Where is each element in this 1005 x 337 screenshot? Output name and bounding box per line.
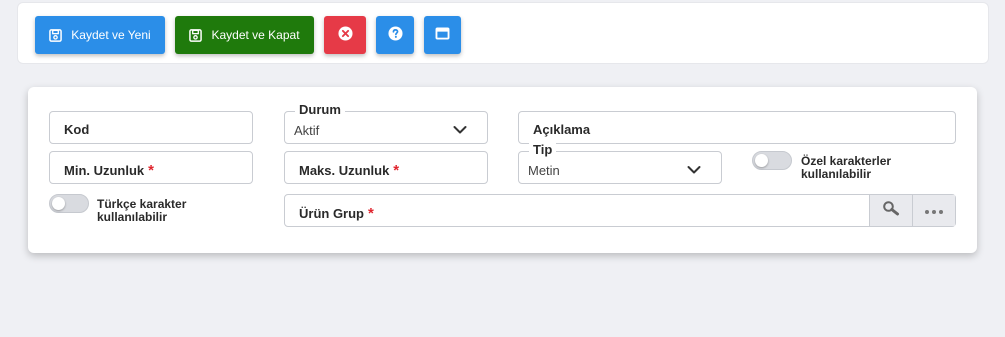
window-icon (435, 27, 450, 43)
turkce-karakter-label: Türkçe karakter kullanılabilir (97, 197, 187, 224)
chevron-down-icon[interactable] (687, 162, 701, 180)
aciklama-field[interactable]: Açıklama (518, 111, 956, 144)
help-circle-icon (387, 26, 403, 44)
tip-label: Tip (529, 143, 557, 157)
min-uzunluk-field[interactable]: Min. Uzunluk * (49, 151, 253, 184)
toggle-knob (52, 197, 65, 210)
kod-field[interactable]: Kod (49, 111, 253, 144)
kod-label: Kod (64, 122, 90, 137)
search-button[interactable] (869, 195, 912, 226)
required-marker: * (393, 162, 400, 179)
form-card: Kod Durum Aktif Açıklama Min. Uzunluk * M… (28, 87, 977, 253)
more-icon (924, 202, 944, 220)
chevron-down-icon[interactable] (453, 122, 467, 140)
maks-uzunluk-label: Maks. Uzunluk * (299, 162, 400, 179)
urun-grup-lookup[interactable]: Ürün Grup * (284, 194, 956, 227)
required-marker: * (148, 162, 155, 179)
save-and-close-button[interactable]: Kaydet ve Kapat (175, 16, 314, 54)
toolbar: Kaydet ve Yeni Kaydet ve Kapat (17, 2, 989, 64)
cancel-button[interactable] (324, 16, 366, 54)
urun-grup-label: Ürün Grup * (299, 205, 374, 222)
maks-uzunluk-field[interactable]: Maks. Uzunluk * (284, 151, 488, 184)
ozel-karakter-toggle[interactable] (752, 151, 792, 170)
tip-value: Metin (528, 163, 560, 178)
save-icon (189, 28, 203, 42)
tip-select[interactable]: Tip Metin (518, 143, 722, 184)
more-button[interactable] (912, 195, 955, 226)
save-icon (49, 28, 63, 42)
close-circle-icon (337, 26, 353, 44)
window-button[interactable] (424, 16, 461, 54)
save-and-close-label: Kaydet ve Kapat (211, 28, 300, 42)
aciklama-label: Açıklama (533, 122, 591, 137)
min-uzunluk-label: Min. Uzunluk * (64, 162, 155, 179)
durum-select[interactable]: Durum Aktif (284, 103, 488, 144)
help-button[interactable] (376, 16, 414, 54)
required-marker: * (368, 205, 374, 222)
durum-value: Aktif (294, 123, 320, 138)
turkce-karakter-toggle[interactable] (49, 194, 89, 213)
save-and-new-label: Kaydet ve Yeni (71, 28, 151, 42)
save-and-new-button[interactable]: Kaydet ve Yeni (35, 16, 165, 54)
durum-label: Durum (295, 103, 345, 117)
search-icon (882, 200, 900, 221)
ozel-karakter-label: Özel karakterler kullanılabilir (801, 154, 892, 181)
toggle-knob (755, 154, 768, 167)
